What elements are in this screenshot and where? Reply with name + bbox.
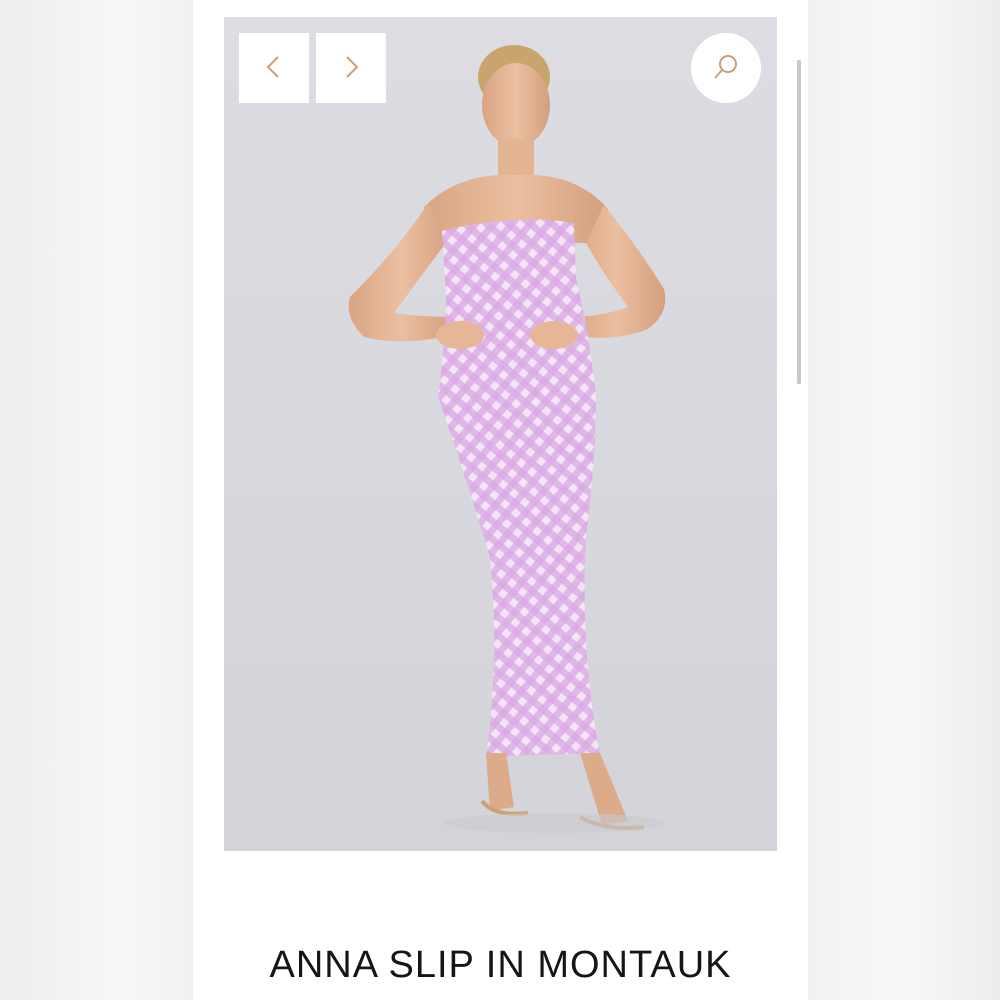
next-image-button[interactable] bbox=[316, 33, 386, 103]
chevron-left-icon bbox=[264, 54, 284, 83]
scrollbar-thumb[interactable] bbox=[797, 60, 801, 384]
product-image[interactable] bbox=[224, 17, 777, 851]
chevron-right-icon bbox=[341, 54, 361, 83]
product-photo bbox=[348, 45, 666, 833]
scrollbar[interactable] bbox=[797, 60, 801, 384]
left-backdrop bbox=[0, 0, 193, 1000]
previous-image-button[interactable] bbox=[239, 33, 309, 103]
zoom-button[interactable] bbox=[691, 33, 761, 103]
right-backdrop bbox=[808, 0, 1000, 1000]
search-icon bbox=[711, 52, 741, 85]
product-title: ANNA SLIP IN MONTAUK bbox=[269, 944, 732, 986]
